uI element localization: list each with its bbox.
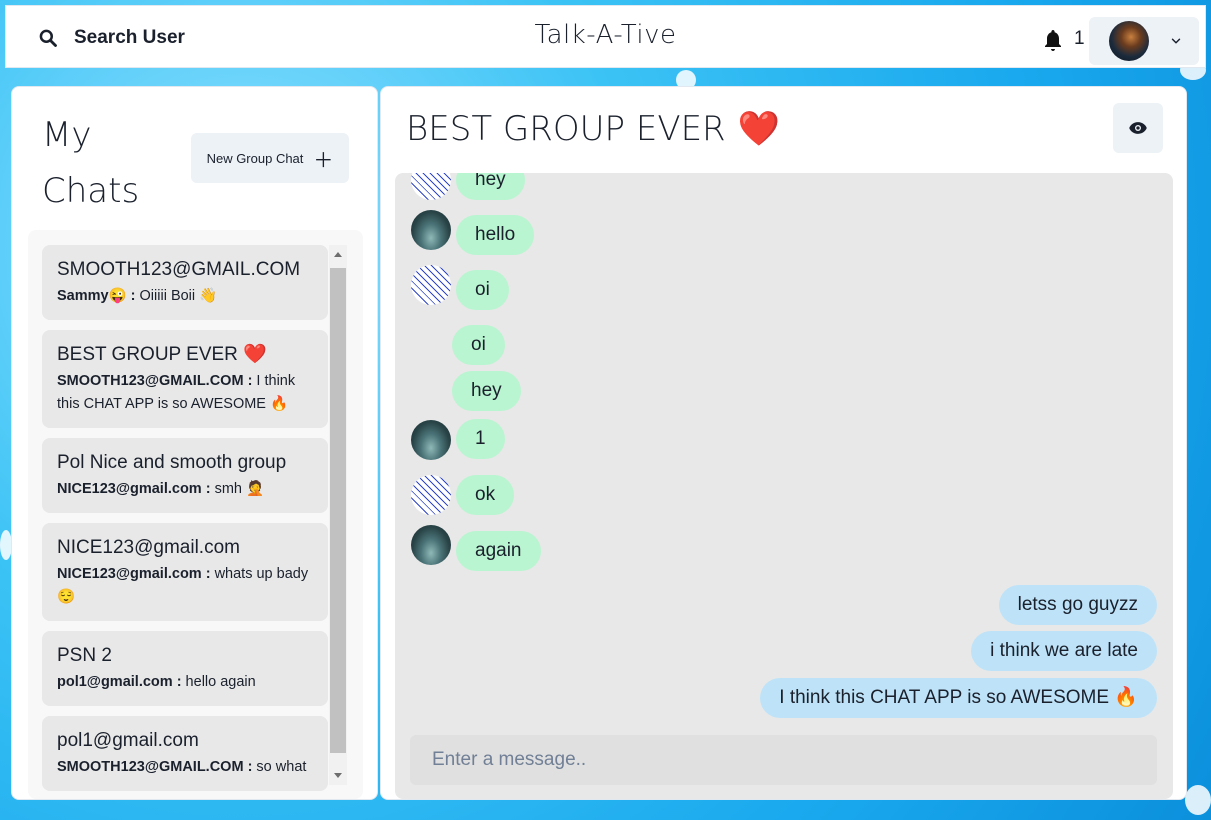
message-row: ok [456,475,515,515]
chat-list-container: SMOOTH123@GMAIL.COM Sammy😜 : Oiiiii Boii… [28,230,363,799]
chat-latest-message: pol1@gmail.com : hello again [57,671,313,694]
message-row: hey [452,371,521,411]
chat-latest-sender: NICE123@gmail.com : [57,566,211,582]
message-bubble: again [456,531,541,571]
message-row: I think this CHAT APP is so AWESOME 🔥 [760,678,1157,718]
message-row: again [456,531,541,571]
message-row: oi [456,270,509,310]
avatar [1109,21,1149,61]
message-bubble: hey [452,371,521,411]
sender-avatar [411,475,451,515]
chat-latest-message: Sammy😜 : Oiiiii Boii 👋 [57,285,313,308]
bell-icon[interactable] [1041,28,1065,52]
profile-menu-button[interactable] [1089,17,1199,65]
new-group-chat-button[interactable]: New Group Chat ＋ [191,133,349,183]
chat-latest-message: SMOOTH123@GMAIL.COM : I think this CHAT … [57,370,313,416]
message-input[interactable] [410,735,1157,785]
sender-avatar [411,525,451,565]
my-chats-title: My Chats [42,115,140,211]
message-bubble: 1 [456,419,505,459]
conversation-name: BEST GROUP EVER [406,109,726,149]
chat-list-item[interactable]: BEST GROUP EVER ❤️ SMOOTH123@GMAIL.COM :… [42,330,328,428]
message-row: oi [452,325,505,365]
chat-latest-sender: SMOOTH123@GMAIL.COM : [57,759,253,775]
message-row: hello [456,215,535,255]
conversation-title: BEST GROUP EVER ❤️ [406,109,780,149]
chat-list-item[interactable]: PSN 2 pol1@gmail.com : hello again [42,631,328,706]
background-bubble [1185,785,1211,815]
message-bubble: oi [456,270,509,310]
new-group-chat-label: New Group Chat [206,150,304,166]
chat-latest-text: smh 🤦 [210,481,265,497]
chat-list[interactable]: SMOOTH123@GMAIL.COM Sammy😜 : Oiiiii Boii… [42,245,328,795]
sender-avatar [411,173,451,200]
message-bubble: hey [456,173,525,200]
my-chats-panel: My Chats New Group Chat ＋ SMOOTH123@GMAI… [11,86,378,800]
chat-latest-sender: NICE123@gmail.com : [57,481,211,497]
chat-latest-sender: SMOOTH123@GMAIL.COM : [57,373,253,389]
eye-icon [1129,122,1147,134]
message-input-wrapper [410,735,1157,785]
sender-avatar [411,420,451,460]
plus-icon: ＋ [313,149,334,172]
view-group-info-button[interactable] [1113,103,1163,153]
chat-latest-message: SMOOTH123@GMAIL.COM : so what [57,756,313,779]
chat-latest-text: so what [252,759,307,775]
chat-latest-sender: Sammy😜 : [57,288,136,304]
chat-latest-message: NICE123@gmail.com : whats up bady 😌 [57,563,313,609]
chat-list-item[interactable]: pol1@gmail.com SMOOTH123@GMAIL.COM : so … [42,716,328,791]
scroll-up-arrow-icon[interactable] [334,252,342,257]
chevron-down-icon [1171,38,1181,44]
chat-name: Pol Nice and smooth group [57,452,287,473]
chat-name: BEST GROUP EVER ❤️ [57,344,267,365]
conversation-panel: BEST GROUP EVER ❤️ hey hello oi oi hey 1… [380,86,1187,800]
sender-avatar [411,265,451,305]
message-bubble: I think this CHAT APP is so AWESOME 🔥 [760,678,1157,718]
chat-list-item[interactable]: Pol Nice and smooth group NICE123@gmail.… [42,438,328,513]
chat-name: NICE123@gmail.com [57,537,240,558]
heart-icon: ❤️ [737,109,781,149]
message-row: letss go guyzz [998,585,1157,625]
message-row: 1 [456,419,505,459]
chat-latest-text: Oiiiii Boii 👋 [135,288,218,304]
message-row: hey [456,173,525,200]
chat-latest-message: NICE123@gmail.com : smh 🤦 [57,478,313,501]
chat-list-item[interactable]: SMOOTH123@GMAIL.COM Sammy😜 : Oiiiii Boii… [42,245,328,320]
chat-name: SMOOTH123@GMAIL.COM [57,259,301,280]
chat-latest-text: hello again [181,674,256,690]
message-bubble: ok [456,475,515,515]
chat-name: PSN 2 [57,645,112,666]
chat-list-scrollbar[interactable] [329,245,347,785]
message-bubble: oi [452,325,505,365]
scrollbar-thumb[interactable] [330,268,346,753]
top-bar: Search User Talk-A-Tive 1 [5,5,1206,68]
message-bubble: letss go guyzz [998,585,1157,625]
message-bubble: i think we are late [971,631,1157,671]
message-row: i think we are late [971,631,1157,671]
message-bubble: hello [456,215,535,255]
search-user-button[interactable]: Search User [26,18,197,58]
notification-count: 1 [1074,28,1085,49]
chat-latest-sender: pol1@gmail.com : [57,674,182,690]
chat-name: pol1@gmail.com [57,730,199,751]
scroll-down-arrow-icon[interactable] [334,773,342,778]
messages-area[interactable]: hey hello oi oi hey 1 ok again letss go … [395,173,1173,799]
search-user-label: Search User [74,27,185,48]
search-icon [39,29,57,47]
chat-list-item[interactable]: NICE123@gmail.com NICE123@gmail.com : wh… [42,523,328,621]
sender-avatar [411,210,451,250]
